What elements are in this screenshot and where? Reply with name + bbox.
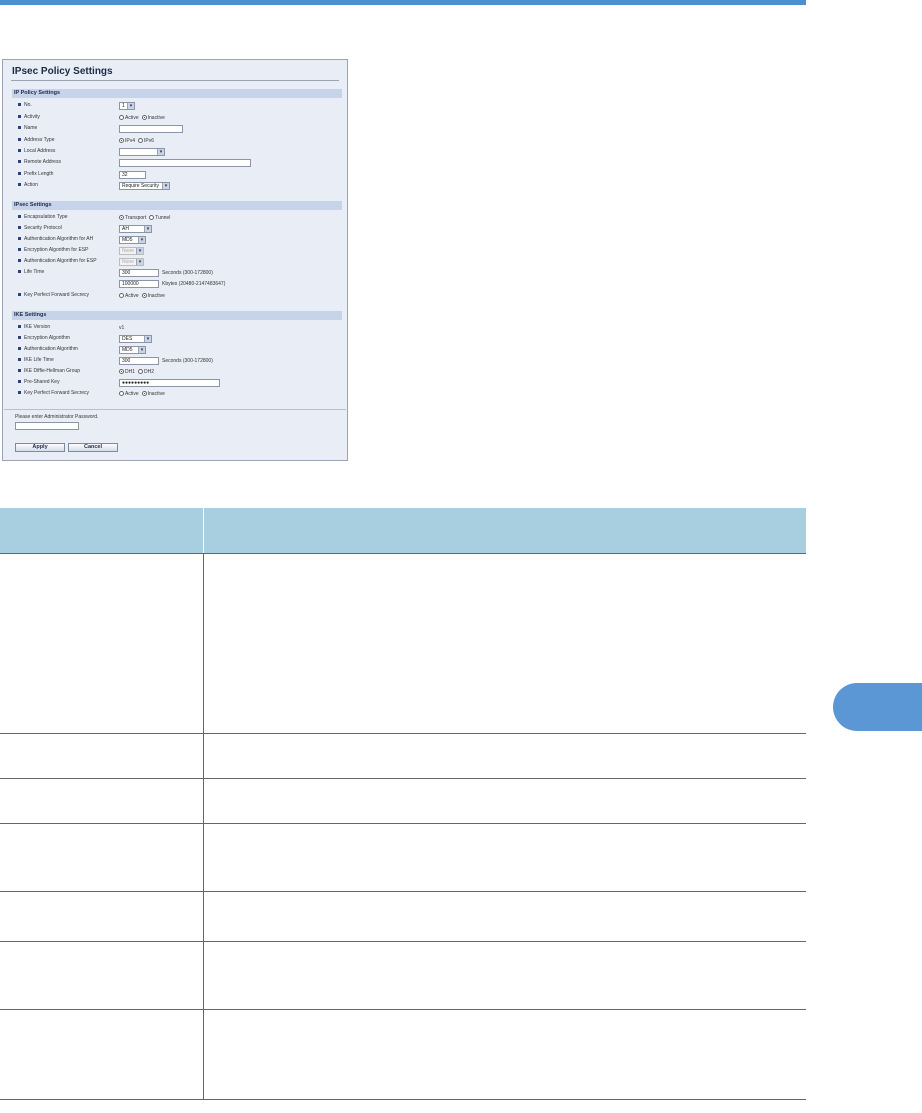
page-top-rule [0,0,806,5]
ipsec-policy-settings-screenshot: IPsec Policy Settings IP Policy Settings… [2,59,348,461]
table-header-row [0,508,806,554]
life-time-kbytes-input[interactable]: 100000 [119,279,159,288]
row-encapsulation-type: Encapsulation Type Transport Tunnel [18,213,343,223]
chevron-down-icon: ▾ [136,247,143,254]
life-time-seconds-hint: Seconds (300-172800) [162,269,213,276]
table-row [0,823,806,892]
row-ike-version: IKE Version v1 [18,323,343,333]
chapter-side-tab [833,683,922,731]
row-security-protocol: Security Protocol AH ▾ [18,224,343,234]
encapsulation-transport-radio[interactable]: Transport [119,215,146,221]
life-time-kbytes-hint: Kbytes (20480-2147483647) [162,280,226,287]
row-ike-encryption-algorithm: Encryption Algorithm DES ▾ [18,334,343,344]
table-header-cell [0,508,204,554]
row-life-time: Life Time 300 Seconds (300-172800) [18,268,343,278]
chevron-down-icon: ▾ [157,148,164,155]
pre-shared-key-input[interactable]: ●●●●●●●●● [119,378,220,387]
ike-encryption-algorithm-select[interactable]: DES ▾ [119,334,152,343]
chevron-down-icon: ▾ [138,346,145,353]
ike-auth-algorithm-select[interactable]: MD5 ▾ [119,345,146,354]
auth-algorithm-esp-select[interactable]: None ▾ [119,257,144,266]
chevron-down-icon: ▾ [138,236,145,243]
section-ip-policy-heading: IP Policy Settings [12,89,342,98]
page-title: IPsec Policy Settings [12,66,113,77]
cancel-button[interactable]: Cancel [68,443,118,452]
row-encryption-algorithm-esp: Encryption Algorithm for ESP None ▾ [18,246,343,256]
password-divider [4,409,346,410]
address-type-ipv4-radio[interactable]: IPv4 [119,138,135,144]
address-type-ipv6-radio[interactable]: IPv6 [138,138,154,144]
ike-life-time-hint: Seconds (300-172800) [162,357,213,364]
row-life-time-kbytes: 100000 Kbytes (20480-2147483647) [18,279,343,289]
chevron-down-icon: ▾ [127,102,134,109]
life-time-seconds-input[interactable]: 300 [119,268,159,277]
dh-group-dh1-radio[interactable]: DH1 [119,369,135,375]
security-protocol-select[interactable]: AH ▾ [119,224,152,233]
table-row [0,778,806,824]
row-name: Name [18,124,343,134]
ike-pfs-active-radio[interactable]: Active [119,391,139,397]
ike-pfs-inactive-radio[interactable]: Inactive [141,391,165,397]
activity-active-radio[interactable]: Active [119,115,139,121]
chevron-down-icon: ▾ [144,335,151,342]
chevron-down-icon: ▾ [136,258,143,265]
encryption-algorithm-esp-select[interactable]: None ▾ [119,246,144,255]
row-auth-algorithm-esp: Authentication Algorithm for ESP None ▾ [18,257,343,267]
table-header-cell [203,508,806,554]
dh-group-dh2-radio[interactable]: DH2 [138,369,154,375]
ipsec-pfs-inactive-radio[interactable]: Inactive [141,293,165,299]
row-ike-life-time: IKE Life Time 300 Seconds (300-172800) [18,356,343,366]
chevron-down-icon: ▾ [162,182,169,189]
row-ike-pfs: Key Perfect Forward Secrecy Active Inact… [18,389,343,399]
label-no: No. [18,101,32,109]
ike-life-time-input[interactable]: 300 [119,356,159,365]
row-action: Action Require Security ▾ [18,181,343,191]
table-row [0,941,806,1010]
table-row [0,733,806,779]
row-prefix-length: Prefix Length 32 [18,170,343,180]
row-local-address: Local Address ▾ [18,147,343,157]
auth-algorithm-ah-select[interactable]: MD5 ▾ [119,235,146,244]
row-pre-shared-key: Pre-Shared Key ●●●●●●●●● [18,378,343,388]
table-row [0,553,806,734]
password-prompt: Please enter Administrator Password. [15,414,99,420]
action-select[interactable]: Require Security ▾ [119,181,170,190]
remote-address-input[interactable] [119,158,251,167]
row-activity: Activity Active Inactive [18,113,343,123]
settings-description-table [0,508,806,1100]
no-select[interactable]: 1 ▾ [119,101,135,110]
ipsec-pfs-active-radio[interactable]: Active [119,293,139,299]
name-input[interactable] [119,124,183,133]
chevron-down-icon: ▾ [144,225,151,232]
row-address-type: Address Type IPv4 IPv6 [18,136,343,146]
section-ike-heading: IKE Settings [12,311,342,320]
table-row [0,891,806,942]
row-auth-algorithm-ah: Authentication Algorithm for AH MD5 ▾ [18,235,343,245]
admin-password-input[interactable] [15,422,79,430]
apply-button[interactable]: Apply [15,443,65,452]
title-divider [11,80,339,81]
encapsulation-tunnel-radio[interactable]: Tunnel [149,215,170,221]
row-ike-dh-group: IKE Diffie-Hellman Group DH1 DH2 [18,367,343,377]
table-row [0,1009,806,1100]
row-remote-address: Remote Address [18,158,343,168]
local-address-select[interactable]: ▾ [119,147,165,156]
row-ike-auth-algorithm: Authentication Algorithm MD5 ▾ [18,345,343,355]
row-no: No. 1 ▾ [18,101,343,111]
prefix-length-input[interactable]: 32 [119,170,146,179]
activity-inactive-radio[interactable]: Inactive [141,115,165,121]
ike-version-value: v1 [119,324,125,331]
section-ipsec-heading: IPsec Settings [12,201,342,210]
row-ipsec-pfs: Key Perfect Forward Secrecy Active Inact… [18,291,343,301]
